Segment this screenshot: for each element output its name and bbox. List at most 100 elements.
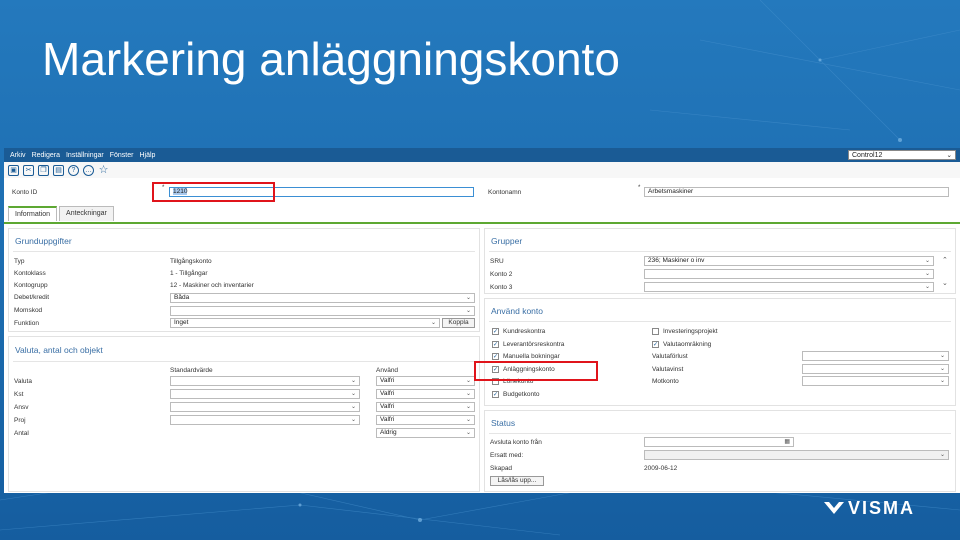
las-upp-button[interactable]: Lås/lås upp... <box>490 476 544 486</box>
ansv-use-value: Valfri <box>380 403 395 410</box>
scroll-down-icon[interactable]: ⌄ <box>942 279 948 287</box>
typ-value: Tillgångskonto <box>170 258 212 265</box>
company-select[interactable]: Control12 ⌄ <box>848 150 956 160</box>
antal-use-value: Aldrig <box>380 429 397 436</box>
divider <box>13 251 475 252</box>
chevron-down-icon: ⌄ <box>465 417 471 423</box>
kst-use-select[interactable]: Valfri ⌄ <box>376 389 475 399</box>
comment-icon[interactable]: … <box>83 164 94 176</box>
anvand-konto-title: Använd konto <box>491 306 543 316</box>
debet-kredit-select[interactable]: Båda ⌄ <box>170 293 475 303</box>
kontogrupp-value: 12 - Maskiner och inventarier <box>170 282 254 289</box>
koppla-button[interactable]: Koppla <box>442 318 475 328</box>
chevron-down-icon: ⌄ <box>350 391 356 397</box>
kontonamn-label: Kontonamn <box>488 189 522 196</box>
ersatt-label: Ersatt med: <box>490 452 524 459</box>
kontonamn-input[interactable]: Arbetsmaskiner <box>644 187 949 197</box>
toolbar: ▣ ✂ ❐ ▤ ? … ☆ <box>4 162 960 178</box>
highlight-anlaggningskonto <box>474 361 598 381</box>
chevron-down-icon: ⌄ <box>465 378 471 384</box>
valutaomrakning-checkbox[interactable]: ✓ <box>652 341 659 348</box>
anvand-header: Använd <box>376 367 399 374</box>
tab-information[interactable]: Information <box>8 206 58 221</box>
konto3-label: Konto 3 <box>490 284 513 291</box>
tab-bar: Information Anteckningar <box>8 206 116 221</box>
antal-use-select[interactable]: Aldrig ⌄ <box>376 428 475 438</box>
budgetkonto-checkbox[interactable]: ✓ <box>492 391 499 398</box>
motkonto-select[interactable]: ⌄ <box>802 376 949 386</box>
chevron-down-icon: ⌄ <box>924 284 930 290</box>
paste-icon[interactable]: ▤ <box>53 164 64 176</box>
chevron-down-icon: ⌄ <box>924 271 930 277</box>
kundreskontra-checkbox[interactable]: ✓ <box>492 328 499 335</box>
konto-id-label: Konto ID <box>12 189 38 196</box>
manuella-bokningar-checkbox[interactable]: ✓ <box>492 353 499 360</box>
menu-installningar[interactable]: Inställningar <box>66 152 104 159</box>
chevron-down-icon: ⌄ <box>465 391 471 397</box>
kontogrupp-label: Kontogrupp <box>14 282 48 289</box>
ansv-std-select[interactable]: ⌄ <box>170 402 360 412</box>
kontoklass-value: 1 - Tillgångar <box>170 270 208 277</box>
chevron-down-icon: ⌄ <box>939 366 945 372</box>
copy-icon[interactable]: ❐ <box>38 164 49 176</box>
motkonto-label: Motkonto <box>652 378 679 385</box>
typ-label: Typ <box>14 258 25 265</box>
valuta-panel: Valuta, antal och objekt <box>8 336 480 492</box>
proj-use-select[interactable]: Valfri ⌄ <box>376 415 475 425</box>
skapad-label: Skapad <box>490 465 513 472</box>
calendar-icon[interactable]: ▦ <box>784 438 790 446</box>
favorite-icon[interactable]: ☆ <box>98 164 109 176</box>
visma-brand: VISMA <box>848 498 916 518</box>
menu-redigera[interactable]: Redigera <box>32 152 60 159</box>
funktion-select[interactable]: Inget ⌄ <box>170 318 440 328</box>
menu-hjalp[interactable]: Hjälp <box>139 152 155 159</box>
proj-label: Proj <box>14 417 26 424</box>
investeringsprojekt-label: Investeringsprojekt <box>663 328 718 335</box>
avsluta-label: Avsluta konto från <box>490 439 542 446</box>
help-icon[interactable]: ? <box>68 164 79 176</box>
valuta-std-select[interactable]: ⌄ <box>170 376 360 386</box>
sru-select[interactable]: 236; Maskiner o inv ⌄ <box>644 256 934 266</box>
kst-use-value: Valfri <box>380 390 395 397</box>
highlight-konto-id <box>152 182 275 202</box>
sru-label: SRU <box>490 258 504 265</box>
kst-std-select[interactable]: ⌄ <box>170 389 360 399</box>
chevron-down-icon: ⌄ <box>465 295 471 301</box>
cut-icon[interactable]: ✂ <box>23 164 34 176</box>
tab-anteckningar[interactable]: Anteckningar <box>59 206 114 221</box>
scroll-up-icon[interactable]: ⌃ <box>942 256 948 264</box>
kontoklass-label: Kontoklass <box>14 270 46 277</box>
valuta-title: Valuta, antal och objekt <box>15 345 103 355</box>
divider <box>489 433 951 434</box>
proj-std-select[interactable]: ⌄ <box>170 415 360 425</box>
valutavinst-label: Valutavinst <box>652 366 684 373</box>
valutaforlust-select[interactable]: ⌄ <box>802 351 949 361</box>
grunduppgifter-panel: Grunduppgifter <box>8 228 480 332</box>
valuta-use-select[interactable]: Valfri ⌄ <box>376 376 475 386</box>
investeringsprojekt-checkbox[interactable] <box>652 328 659 335</box>
leverantorsreskontra-checkbox[interactable]: ✓ <box>492 341 499 348</box>
divider <box>489 251 951 252</box>
chevron-down-icon: ⌄ <box>465 430 471 436</box>
valutavinst-select[interactable]: ⌄ <box>802 364 949 374</box>
chevron-down-icon: ⌄ <box>465 308 471 314</box>
save-icon[interactable]: ▣ <box>8 164 19 176</box>
menu-bar: Arkiv Redigera Inställningar Fönster Hjä… <box>4 148 960 162</box>
konto3-select[interactable]: ⌄ <box>644 282 934 292</box>
menu-arkiv[interactable]: Arkiv <box>10 152 26 159</box>
chevron-down-icon: ⌄ <box>946 152 952 159</box>
antal-label: Antal <box>14 430 29 437</box>
avsluta-date-input[interactable]: ▦ <box>644 437 794 447</box>
menu-fonster[interactable]: Fönster <box>110 152 134 159</box>
ansv-use-select[interactable]: Valfri ⌄ <box>376 402 475 412</box>
valuta-label: Valuta <box>14 378 32 385</box>
slide-title: Markering anläggningskonto <box>42 33 620 85</box>
momskod-select[interactable]: ⌄ <box>170 306 475 316</box>
standardvarde-header: Standardvärde <box>170 367 213 374</box>
konto2-select[interactable]: ⌄ <box>644 269 934 279</box>
kundreskontra-label: Kundreskontra <box>503 328 546 335</box>
budgetkonto-label: Budgetkonto <box>503 391 540 398</box>
proj-use-value: Valfri <box>380 416 395 423</box>
debet-kredit-value: Båda <box>174 294 190 301</box>
ersatt-select[interactable]: ⌄ <box>644 450 949 460</box>
